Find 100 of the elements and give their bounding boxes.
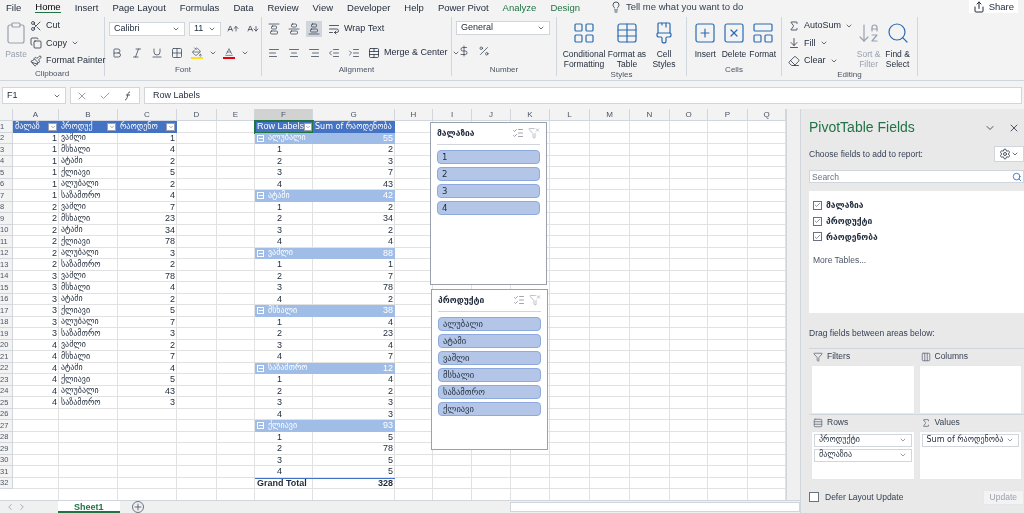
column-header[interactable]: K (511, 109, 550, 120)
column-header[interactable]: N (630, 109, 670, 120)
copy-icon (30, 37, 42, 50)
number-format-field[interactable]: General (456, 21, 550, 35)
align-top-icon (268, 23, 280, 35)
copy-button[interactable]: Copy (28, 36, 108, 50)
multi-select-icon[interactable] (512, 127, 524, 140)
slicer-item[interactable]: 3 (437, 183, 540, 198)
table-cell: 1 (52, 132, 57, 144)
cells-button[interactable]: Insert (691, 17, 720, 64)
ribbon-tab[interactable]: View (312, 1, 334, 13)
column-header[interactable]: O (670, 109, 708, 120)
collapse-icon[interactable] (257, 307, 264, 315)
slicer-item[interactable]: ქლიავი (438, 401, 541, 416)
column-header[interactable]: C (118, 109, 177, 120)
drop-area[interactable]: პროდუქტი მალაზია (811, 430, 915, 480)
style-button[interactable]: Format as Table (607, 17, 647, 69)
table-cell: 4 (170, 362, 175, 374)
column-header[interactable]: I (433, 109, 472, 120)
font-name-field[interactable]: Calibri (109, 22, 185, 36)
slicer-item[interactable]: 1 (437, 149, 540, 164)
area-field-item[interactable]: პროდუქტი (814, 433, 912, 447)
align-middle-button[interactable] (286, 21, 302, 37)
column-header[interactable]: H (395, 109, 433, 120)
ribbon-tab[interactable]: Page Layout (112, 1, 166, 13)
multi-select-icon[interactable] (513, 294, 525, 307)
font-color-button[interactable] (221, 45, 237, 61)
slicer-item[interactable]: 2 (437, 166, 540, 181)
share-button[interactable]: Share (968, 0, 1018, 15)
search-field[interactable]: Search (809, 170, 1024, 183)
ribbon-tab[interactable]: Review (267, 1, 299, 13)
column-header[interactable]: F (255, 109, 313, 120)
drag-hint: Drag fields between areas below: (809, 327, 936, 340)
clear-button[interactable]: Clear (786, 54, 856, 68)
drop-area[interactable]: Sum of რაოდენობა (918, 430, 1022, 480)
ribbon-tab[interactable]: Insert (74, 1, 99, 13)
ribbon-tab[interactable]: Developer (347, 1, 391, 13)
ribbon-tab[interactable]: Design (550, 1, 580, 13)
fill-color-button[interactable] (189, 45, 205, 61)
cells-button[interactable]: Format (748, 17, 777, 64)
table-cell: 3 (52, 316, 57, 328)
find-select-button[interactable]: Find & Select (882, 17, 913, 69)
fill-button[interactable]: Fill (786, 36, 856, 50)
format-painter-button[interactable]: Format Painter (28, 54, 108, 68)
column-header[interactable]: A (13, 109, 59, 120)
collapse-icon[interactable] (257, 422, 264, 430)
column-header[interactable]: D (177, 109, 217, 120)
collapse-icon[interactable] (257, 364, 264, 372)
formula-field[interactable]: Row Labels (144, 87, 1022, 104)
collapse-icon[interactable] (257, 192, 264, 200)
column-header[interactable]: P (708, 109, 748, 120)
font-size-field[interactable]: 11 (189, 22, 221, 36)
field-checkbox[interactable] (813, 232, 822, 242)
slicer-item[interactable]: 4 (437, 200, 540, 215)
column-header[interactable]: J (472, 109, 511, 120)
sheet-tab[interactable]: Sheet1 (58, 501, 120, 513)
cells-button[interactable]: Delete (719, 17, 749, 64)
more-tables-link[interactable]: More Tables... (813, 254, 1020, 267)
defer-checkbox[interactable] (809, 492, 819, 503)
merge-center-button[interactable]: Merge & Center (366, 46, 462, 60)
autosum-button[interactable]: AutoSum (786, 19, 856, 33)
style-button[interactable]: Conditional Formatting (561, 17, 607, 69)
filter-dropdown-icon[interactable] (48, 122, 57, 131)
align-top-button[interactable] (266, 21, 282, 37)
collapse-icon[interactable] (257, 249, 264, 257)
wrap-text-button[interactable]: Wrap Text (326, 22, 387, 36)
field-checkbox[interactable] (813, 216, 822, 226)
field-checkbox[interactable] (813, 200, 822, 210)
percent-button[interactable] (476, 43, 492, 59)
horizontal-scrollbar[interactable] (510, 502, 800, 512)
slicer-item[interactable]: მსხალი (438, 367, 541, 382)
ribbon-tab[interactable]: Formulas (179, 1, 220, 13)
slicer-item[interactable]: ატამი (438, 333, 541, 348)
ribbon-tab[interactable]: Help (404, 1, 424, 13)
ribbon-tab[interactable]: File (6, 1, 22, 13)
tell-me-field[interactable]: Tell me what you want to do (625, 0, 744, 15)
filter-dropdown-icon[interactable] (107, 122, 116, 131)
name-box[interactable]: F1 (2, 87, 66, 104)
column-header[interactable]: M (590, 109, 630, 120)
settings-button[interactable] (994, 146, 1024, 162)
ribbon-tab[interactable]: Power Pivot (437, 1, 489, 13)
filter-dropdown-icon[interactable] (304, 122, 313, 131)
column-header[interactable]: B (59, 109, 118, 120)
borders-button[interactable] (169, 45, 185, 61)
cut-button[interactable]: Cut (28, 19, 108, 33)
area-field-item[interactable]: მალაზია (814, 448, 912, 462)
pivot-group-row: ატამი (255, 190, 313, 202)
slicer-item[interactable]: ვაშლი (438, 350, 541, 365)
ribbon-tab[interactable]: Analyze (502, 1, 537, 13)
collapse-icon[interactable] (257, 134, 264, 142)
align-bottom-button[interactable] (306, 21, 322, 37)
column-header[interactable]: L (550, 109, 590, 120)
group-label: Alignment (337, 64, 376, 76)
filter-dropdown-icon[interactable] (166, 122, 175, 131)
ribbon-tab[interactable]: Data (233, 1, 254, 13)
paste-icon (4, 21, 28, 45)
style-button[interactable]: Cell Styles (647, 17, 681, 69)
slicer-item[interactable]: საზამთრო (438, 384, 541, 399)
area-field-item[interactable]: Sum of რაოდენობა (921, 433, 1019, 447)
slicer-item[interactable]: ალუბალი (438, 316, 541, 331)
